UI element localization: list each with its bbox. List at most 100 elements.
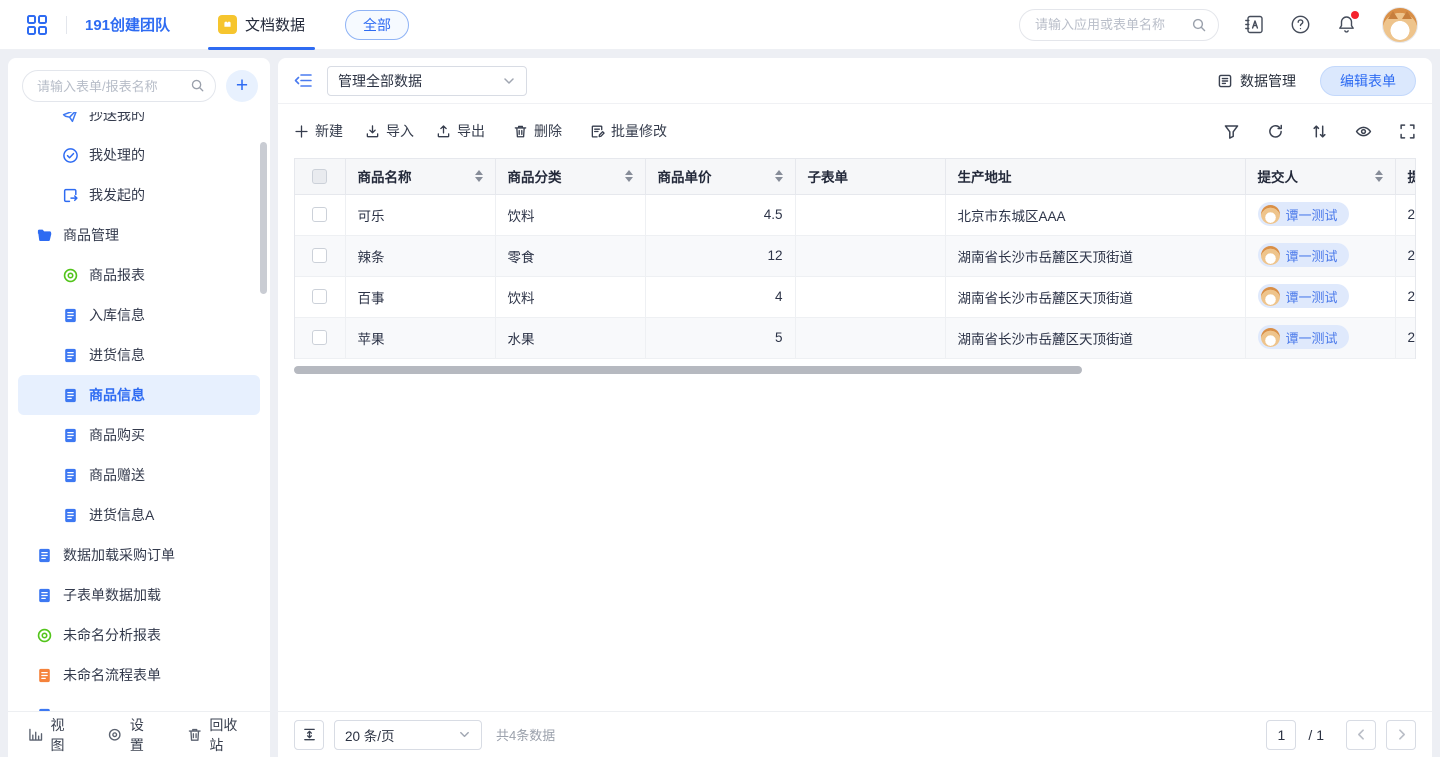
sidebar-item-子表单数据加载[interactable]: 子表单数据加载 [18, 575, 260, 615]
column-header-商品单价[interactable]: 商品单价 [645, 159, 795, 194]
column-header-提交人[interactable]: 提交人 [1245, 159, 1395, 194]
sidebar-item-未命名流程表单[interactable]: 未命名流程表单 [18, 655, 260, 695]
sidebar-footer-视图[interactable]: 视图 [28, 715, 77, 755]
sidebar-item-进货信息A[interactable]: 进货信息A [18, 495, 260, 535]
tab-app-docs[interactable]: 文档数据 [204, 0, 319, 50]
sidebar-item-抄送我的[interactable]: 抄送我的 [18, 112, 260, 135]
next-page-button[interactable] [1386, 720, 1416, 750]
page-size-select[interactable]: 20 条/页 [334, 720, 482, 750]
toolbar-删除-button[interactable]: 删除 [513, 121, 562, 141]
data-table: 商品名称 商品分类 商品单价 子表单生产地址提交人 提 可乐饮料4.5北京市东城区AAA… [294, 158, 1416, 359]
sidebar-item-数据加载采购订单[interactable]: 数据加载采购订单 [18, 535, 260, 575]
column-label: 商品名称 [358, 166, 412, 186]
toolbar-button-label: 删除 [534, 121, 562, 141]
team-name[interactable]: 191创建团队 [85, 14, 170, 35]
column-header-商品分类[interactable]: 商品分类 [495, 159, 645, 194]
sidebar-footer-设置[interactable]: 设置 [107, 715, 156, 755]
column-label: 商品分类 [508, 166, 562, 186]
doc-icon [62, 427, 79, 444]
cell-submit-time: 20 [1395, 235, 1416, 276]
cell-price: 4.5 [645, 194, 795, 235]
search-icon[interactable] [1191, 17, 1207, 33]
sidebar-item-partial[interactable] [18, 695, 260, 711]
scope-all-pill[interactable]: 全部 [345, 10, 409, 40]
table-row[interactable]: 百事饮料4湖南省长沙市岳麓区天顶街道谭一测试20 [295, 276, 1416, 317]
row-select-cell [295, 276, 345, 317]
sidebar-footer-回收站[interactable]: 回收站 [187, 715, 250, 755]
notifications-bell-icon[interactable] [1336, 14, 1357, 35]
edit-form-button[interactable]: 编辑表单 [1320, 66, 1416, 96]
help-icon[interactable] [1290, 14, 1311, 35]
toolbar-导出-button[interactable]: 导出 [436, 121, 485, 141]
row-select-cell [295, 194, 345, 235]
sort-icon[interactable] [475, 170, 483, 182]
table-row[interactable]: 可乐饮料4.5北京市东城区AAA谭一测试20 [295, 194, 1416, 235]
submitter-avatar [1261, 205, 1280, 224]
fullscreen-icon[interactable] [1399, 123, 1416, 140]
sidebar-item-商品信息[interactable]: 商品信息 [18, 375, 260, 415]
sidebar-item-未命名分析报表[interactable]: 未命名分析报表 [18, 615, 260, 655]
data-manage-button[interactable]: 数据管理 [1217, 71, 1296, 91]
add-form-button[interactable]: + [226, 70, 258, 102]
column-header-提[interactable]: 提 [1395, 159, 1416, 194]
submitter-name: 谭一测试 [1286, 246, 1338, 265]
form-search-input[interactable] [22, 70, 216, 102]
prev-page-button[interactable] [1346, 720, 1376, 750]
submitter-pill[interactable]: 谭一测试 [1258, 202, 1349, 226]
submitter-pill[interactable]: 谭一测试 [1258, 325, 1349, 349]
cell-category: 零食 [495, 235, 645, 276]
user-avatar[interactable] [1382, 7, 1418, 43]
toolbar-导入-button[interactable]: 导入 [365, 121, 414, 141]
contacts-icon[interactable] [1244, 14, 1265, 35]
sidebar-item-我发起的[interactable]: 我发起的 [18, 175, 260, 215]
sidebar-item-商品购买[interactable]: 商品购买 [18, 415, 260, 455]
row-checkbox[interactable] [312, 248, 327, 263]
table-row[interactable]: 苹果水果5湖南省长沙市岳麓区天顶街道谭一测试20 [295, 317, 1416, 358]
column-header-生产地址[interactable]: 生产地址 [945, 159, 1245, 194]
sort-icon[interactable] [1311, 123, 1328, 140]
submitter-pill[interactable]: 谭一测试 [1258, 243, 1349, 267]
doc-icon [62, 467, 79, 484]
sidebar-item-进货信息[interactable]: 进货信息 [18, 335, 260, 375]
horizontal-scrollbar[interactable] [294, 366, 1082, 374]
refresh-icon[interactable] [1267, 123, 1284, 140]
doc-icon [36, 707, 53, 712]
sidebar-item-我处理的[interactable]: 我处理的 [18, 135, 260, 175]
toolbar-批量修改-button[interactable]: 批量修改 [590, 121, 667, 141]
cell-name: 苹果 [345, 317, 495, 358]
submitter-pill[interactable]: 谭一测试 [1258, 284, 1349, 308]
column-label: 提交人 [1258, 166, 1299, 186]
sidebar-item-label: 商品管理 [63, 225, 119, 245]
header-select-all [295, 159, 345, 194]
column-label: 商品单价 [658, 166, 712, 186]
sidebar-item-label: 抄送我的 [89, 112, 145, 125]
sidebar-item-商品报表[interactable]: 商品报表 [18, 255, 260, 295]
cell-submitter: 谭一测试 [1245, 235, 1395, 276]
column-header-商品名称[interactable]: 商品名称 [345, 159, 495, 194]
sort-icon[interactable] [775, 170, 783, 182]
select-all-checkbox[interactable] [312, 169, 327, 184]
row-checkbox[interactable] [312, 330, 327, 345]
collapse-sidebar-icon[interactable] [294, 71, 313, 90]
sidebar-item-商品赠送[interactable]: 商品赠送 [18, 455, 260, 495]
toolbar-新建-button[interactable]: 新建 [294, 121, 343, 141]
table-row[interactable]: 辣条零食12湖南省长沙市岳麓区天顶街道谭一测试20 [295, 235, 1416, 276]
total-pages-text: / 1 [1308, 727, 1324, 743]
global-search-input[interactable] [1019, 9, 1219, 41]
sidebar-scrollbar[interactable] [260, 142, 267, 294]
sort-icon[interactable] [1375, 170, 1383, 182]
data-view-select[interactable]: 管理全部数据 [327, 66, 527, 96]
sidebar-item-商品管理[interactable]: 商品管理 [18, 215, 260, 255]
column-header-子表单[interactable]: 子表单 [795, 159, 945, 194]
search-icon[interactable] [190, 78, 205, 93]
sort-icon[interactable] [625, 170, 633, 182]
apps-grid-icon[interactable] [26, 14, 48, 36]
filter-icon[interactable] [1223, 123, 1240, 140]
main-header: 管理全部数据 数据管理 编辑表单 [278, 58, 1432, 104]
row-checkbox[interactable] [312, 207, 327, 222]
sidebar-item-入库信息[interactable]: 入库信息 [18, 295, 260, 335]
eye-icon[interactable] [1355, 123, 1372, 140]
row-height-button[interactable] [294, 720, 324, 750]
row-checkbox[interactable] [312, 289, 327, 304]
current-page-input[interactable]: 1 [1266, 720, 1296, 750]
